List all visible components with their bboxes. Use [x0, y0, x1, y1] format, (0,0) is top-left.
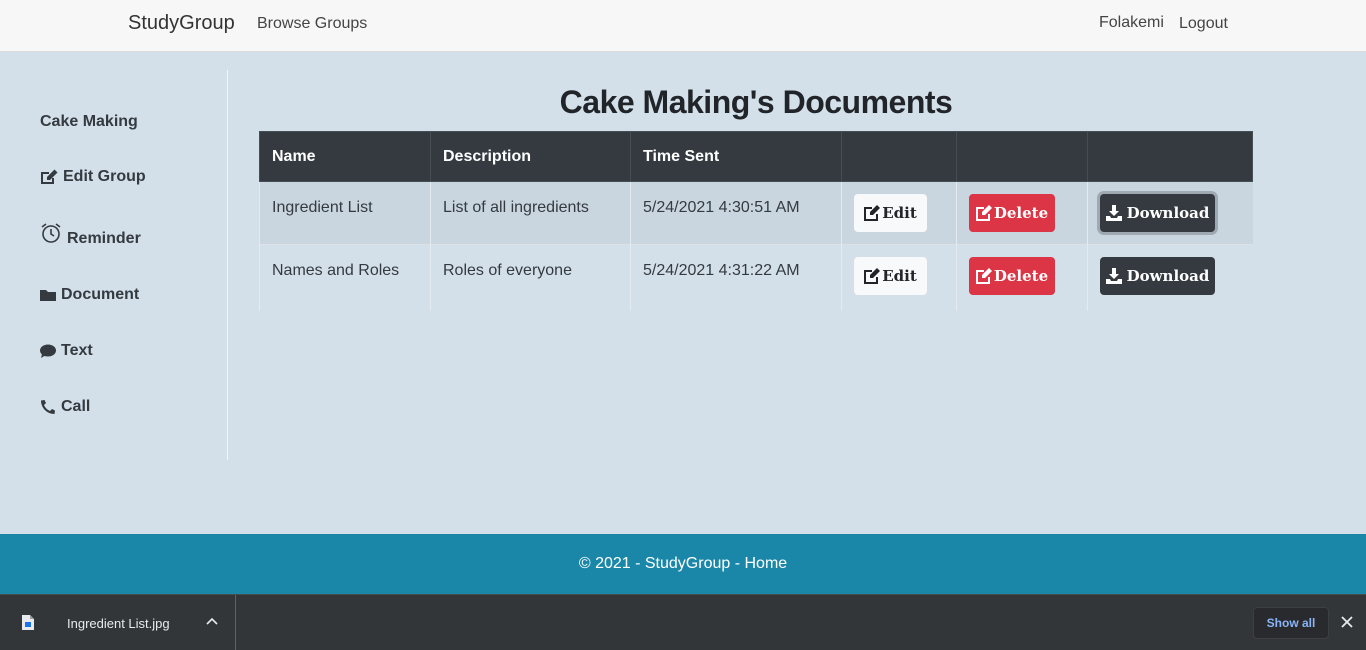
cell-delete: Delete — [956, 181, 1088, 245]
download-item[interactable]: Ingredient List.jpg — [0, 595, 236, 650]
download-button-label: Download — [1126, 267, 1210, 285]
delete-button[interactable]: Delete — [969, 194, 1055, 232]
nav-user-name[interactable]: Folakemi — [1099, 14, 1164, 32]
sidebar-item-label: Edit Group — [63, 168, 146, 185]
sidebar-item-reminder[interactable]: Reminder — [40, 222, 141, 247]
download-icon — [1105, 205, 1122, 221]
show-all-button[interactable]: Show all — [1253, 607, 1329, 639]
edit-button-label: Edit — [882, 267, 917, 285]
folder-icon — [40, 290, 56, 301]
delete-button-label: Delete — [993, 204, 1049, 222]
sidebar-item-label: Text — [61, 342, 93, 359]
documents-table: Name Description Time Sent Ingredient Li… — [259, 131, 1253, 311]
cell-download: Download — [1087, 181, 1253, 245]
cell-time-sent: 5/24/2021 4:31:22 AM — [630, 244, 842, 311]
cell-time-sent: 5/24/2021 4:30:51 AM — [630, 181, 842, 245]
footer-copyright: © 2021 - StudyGroup - — [578, 555, 745, 572]
download-button[interactable]: Download — [1100, 257, 1215, 295]
sidebar-item-label: Reminder — [67, 230, 141, 247]
column-header-edit — [841, 131, 957, 182]
cell-delete: Delete — [956, 244, 1088, 311]
download-shelf: Ingredient List.jpg Show all — [0, 594, 1366, 650]
column-header-time-sent: Time Sent — [630, 131, 842, 182]
alarm-clock-icon — [41, 223, 61, 243]
cell-download: Download — [1087, 244, 1253, 311]
column-header-delete — [956, 131, 1088, 182]
download-file-name: Ingredient List.jpg — [67, 616, 170, 631]
edit-icon — [41, 169, 58, 184]
footer: © 2021 - StudyGroup - Home — [0, 534, 1366, 594]
image-file-icon — [22, 615, 34, 630]
nav-logout[interactable]: Logout — [1179, 15, 1228, 33]
close-icon[interactable] — [1340, 615, 1354, 629]
footer-home-link[interactable]: Home — [744, 555, 787, 572]
cell-edit: Edit — [841, 244, 957, 311]
delete-button[interactable]: Delete — [969, 257, 1055, 295]
brand-logo[interactable]: StudyGroup — [128, 12, 235, 35]
sidebar: Cake Making Edit Group Reminder Document… — [0, 70, 228, 460]
table-row: Ingredient List List of all ingredients … — [259, 181, 1253, 245]
cell-description: Roles of everyone — [430, 244, 631, 311]
table-header-row: Name Description Time Sent — [259, 131, 1253, 182]
edit-button[interactable]: Edit — [854, 257, 927, 295]
sidebar-group-name: Cake Making — [40, 113, 138, 130]
sidebar-item-label: Document — [61, 286, 140, 303]
cell-edit: Edit — [841, 181, 957, 245]
cell-description: List of all ingredients — [430, 181, 631, 245]
table-row: Names and Roles Roles of everyone 5/24/2… — [259, 244, 1253, 311]
sidebar-item-label: Call — [61, 398, 91, 415]
sidebar-item-text[interactable]: Text — [40, 342, 93, 360]
sidebar-item-document[interactable]: Document — [40, 286, 139, 304]
page-title: Cake Making's Documents — [559, 84, 953, 120]
column-header-name: Name — [259, 131, 431, 182]
nav-browse-groups[interactable]: Browse Groups — [257, 15, 367, 33]
phone-icon — [41, 400, 55, 414]
edit-icon — [864, 205, 881, 221]
download-icon — [1105, 268, 1122, 284]
cell-name: Ingredient List — [259, 181, 431, 245]
column-header-download — [1087, 131, 1253, 182]
download-button[interactable]: Download — [1100, 194, 1215, 232]
sidebar-item-edit-group[interactable]: Edit Group — [40, 168, 146, 186]
column-header-description: Description — [430, 131, 631, 182]
cell-name: Names and Roles — [259, 244, 431, 311]
edit-icon — [975, 268, 992, 284]
download-button-label: Download — [1126, 204, 1210, 222]
delete-button-label: Delete — [993, 267, 1049, 285]
edit-button-label: Edit — [882, 204, 917, 222]
sidebar-item-call[interactable]: Call — [40, 398, 90, 416]
top-navbar: StudyGroup Browse Groups Folakemi Logout — [0, 0, 1366, 52]
edit-icon — [975, 205, 992, 221]
edit-icon — [864, 268, 881, 284]
chat-bubble-icon — [40, 344, 56, 358]
edit-button[interactable]: Edit — [854, 194, 927, 232]
chevron-up-icon[interactable] — [206, 617, 218, 625]
